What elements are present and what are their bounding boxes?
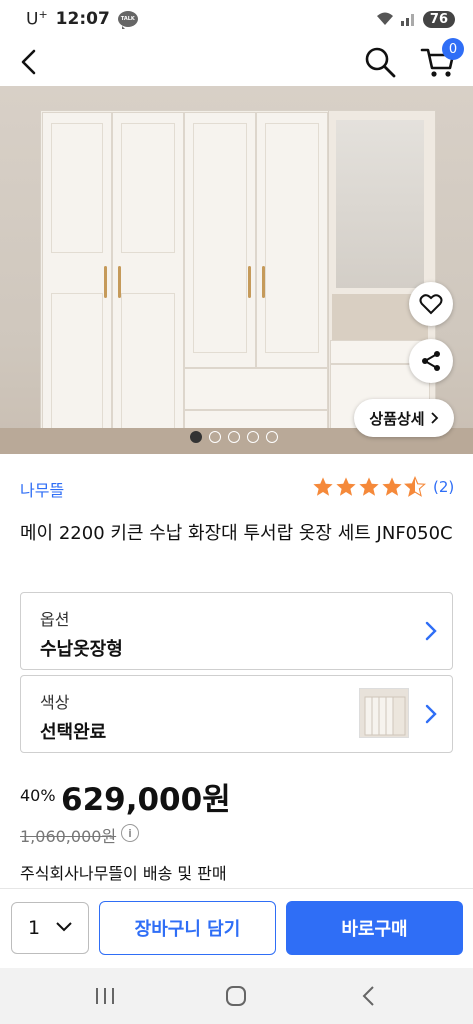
color-selector[interactable]: 색상 선택완료 [20,675,453,753]
back-icon[interactable] [354,984,384,1008]
pagination-dot[interactable] [228,431,240,443]
quantity-value: 1 [28,917,41,939]
app-bar: 0 [0,38,473,86]
option-value: 수납옷장형 [40,639,123,660]
info-icon[interactable]: i [121,824,139,842]
battery-indicator: 76 [422,10,455,28]
buy-now-button[interactable]: 바로구매 [286,901,463,955]
recent-apps-icon[interactable] [90,984,120,1008]
chevron-right-icon [425,704,437,724]
chevron-right-icon [430,412,438,424]
seller-note: 주식회사나무뜰이 배송 및 판매 [20,864,227,883]
option-label: 옵션 [40,610,70,629]
chevron-down-icon [56,922,72,932]
star-full-icon [359,477,379,496]
home-icon[interactable] [221,984,251,1008]
wifi-icon [376,12,393,25]
gallery-pagination [190,431,278,443]
star-full-icon [336,477,356,496]
star-half-icon [404,476,426,497]
pagination-dot[interactable] [209,431,221,443]
star-full-icon [313,477,333,496]
color-label: 색상 [40,693,70,712]
star-full-icon [382,477,402,496]
purchase-bar: 1 장바구니 담기 바로구매 [0,888,473,968]
product-image-gallery[interactable]: 상품상세 [0,86,473,454]
cart-count-badge: 0 [442,38,464,60]
clock: 12:07 [55,9,110,29]
add-to-cart-button[interactable]: 장바구니 담기 [99,901,276,955]
carrier-label: U+ [26,8,48,30]
review-count: (2) [433,478,455,496]
signal-icon [400,14,414,26]
brand-link[interactable]: 나무뜰 [20,477,64,501]
cart-button[interactable]: 0 [420,38,464,80]
system-nav-bar [0,968,473,1024]
option-selector[interactable]: 옵션 수납옷장형 [20,592,453,670]
product-title: 메이 2200 키큰 수납 화장대 투서랍 옷장 세트 JNF050C [20,523,453,544]
status-bar: U+ 12:07 TALK 76 [0,0,473,38]
heart-icon [419,294,443,315]
rating[interactable]: (2) [312,476,454,498]
original-price: 1,060,000원 [20,827,117,846]
share-button[interactable] [409,339,453,383]
discount-rate: 40% [20,786,56,805]
sale-price: 629,000원 [61,782,231,818]
share-icon [422,351,440,371]
back-arrow-icon[interactable] [14,46,46,78]
search-icon[interactable] [362,44,398,80]
talk-notification-icon: TALK [117,11,138,29]
chevron-right-icon [425,621,437,641]
product-detail-button[interactable]: 상품상세 [354,399,454,437]
pagination-dot[interactable] [247,431,259,443]
product-detail-label: 상품상세 [369,409,425,428]
quantity-select[interactable]: 1 [11,902,89,954]
pagination-dot[interactable] [190,431,202,443]
color-thumbnail [359,688,409,738]
pagination-dot[interactable] [266,431,278,443]
color-value: 선택완료 [40,722,107,743]
wishlist-button[interactable] [409,282,453,326]
